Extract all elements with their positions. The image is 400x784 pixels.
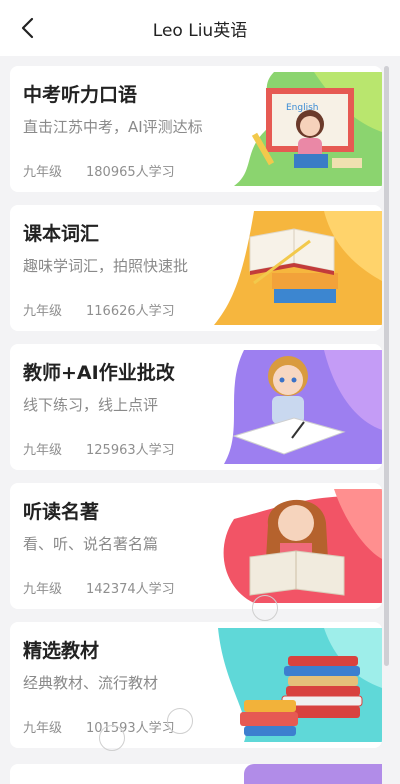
top-bar: Leo Liu英语 bbox=[0, 0, 400, 56]
overlay-ring bbox=[99, 725, 125, 751]
course-card[interactable]: 教师+AI作业批改 线下练习，线上点评 九年级 125963人学习 bbox=[10, 344, 382, 470]
books-illustration bbox=[214, 211, 382, 325]
book-stack-illustration bbox=[214, 628, 382, 742]
page-title: Leo Liu英语 bbox=[152, 20, 248, 41]
course-grade: 九年级 bbox=[23, 582, 63, 597]
course-title: 中考听力口语 bbox=[23, 84, 138, 106]
course-learners: 180965人学习 bbox=[86, 165, 175, 180]
overlay-ring bbox=[252, 595, 278, 621]
course-grade: 九年级 bbox=[23, 304, 63, 319]
partial-illustration bbox=[244, 764, 382, 784]
back-button[interactable] bbox=[14, 14, 42, 42]
course-subtitle: 直击江苏中考，AI评测达标 bbox=[23, 118, 203, 136]
course-learners: 116626人学习 bbox=[86, 304, 175, 319]
course-title: 听读名著 bbox=[23, 501, 100, 523]
course-title: 教师+AI作业批改 bbox=[23, 362, 175, 384]
course-list[interactable]: 中考听力口语 直击江苏中考，AI评测达标 九年级 180965人学习 Englis… bbox=[0, 56, 400, 784]
course-title: 课本词汇 bbox=[23, 223, 100, 245]
course-card[interactable]: 课本词汇 趣味学词汇，拍照快速批 九年级 116626人学习 bbox=[10, 205, 382, 331]
overlay-ring bbox=[167, 708, 193, 734]
girl-with-book-illustration bbox=[214, 489, 382, 603]
course-subtitle: 看、听、说名著名篇 bbox=[23, 535, 159, 553]
girl-reading-illustration: English bbox=[214, 72, 382, 186]
course-subtitle: 趣味学词汇，拍照快速批 bbox=[23, 257, 189, 275]
course-meta: 九年级 142374人学习 bbox=[23, 578, 175, 597]
chevron-left-icon bbox=[21, 17, 34, 39]
teacher-grading-illustration bbox=[214, 350, 382, 464]
course-subtitle: 线下练习，线上点评 bbox=[23, 396, 159, 414]
course-meta: 九年级 180965人学习 bbox=[23, 161, 175, 180]
course-grade: 九年级 bbox=[23, 721, 63, 736]
course-card[interactable]: 听读名著 看、听、说名著名篇 九年级 142374人学习 bbox=[10, 483, 382, 609]
course-meta: 九年级 116626人学习 bbox=[23, 300, 175, 319]
course-card[interactable]: 中考听力口语 直击江苏中考，AI评测达标 九年级 180965人学习 Englis… bbox=[10, 66, 382, 192]
course-meta: 九年级 125963人学习 bbox=[23, 439, 175, 458]
course-card[interactable]: 精选教材 经典教材、流行教材 九年级 101593人学习 bbox=[10, 622, 382, 748]
scrollbar[interactable] bbox=[384, 66, 389, 666]
course-grade: 九年级 bbox=[23, 443, 63, 458]
course-card-partial[interactable] bbox=[10, 764, 382, 784]
course-grade: 九年级 bbox=[23, 165, 63, 180]
course-subtitle: 经典教材、流行教材 bbox=[23, 674, 159, 692]
course-title: 精选教材 bbox=[23, 640, 100, 662]
course-learners: 142374人学习 bbox=[86, 582, 175, 597]
course-learners: 125963人学习 bbox=[86, 443, 175, 458]
